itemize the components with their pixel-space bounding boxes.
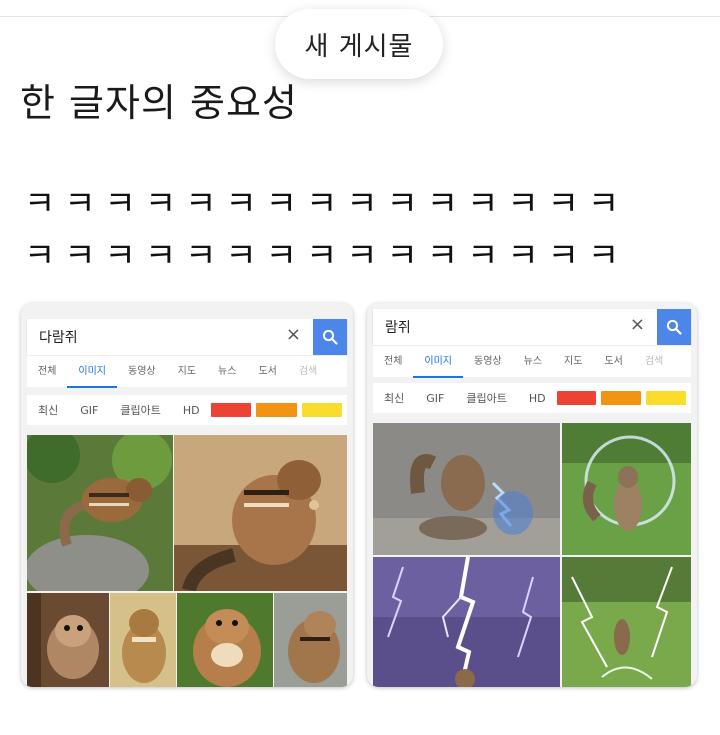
tab-videos[interactable]: 동영상 — [463, 346, 513, 378]
filter-recent[interactable]: 최신 — [27, 402, 69, 418]
tab-maps[interactable]: 지도 — [167, 356, 207, 388]
search-tabs: 전체 이미지 동영상 뉴스 지도 도서 검색 — [373, 345, 691, 378]
result-image-chipmunk-rock[interactable] — [27, 435, 173, 591]
color-filter-orange[interactable] — [601, 391, 642, 405]
filter-clipart[interactable]: 클립아트 — [455, 390, 517, 406]
search-bar: 람쥐 × — [373, 309, 691, 345]
result-image-chipmunk-closeup[interactable] — [274, 593, 347, 687]
filter-recent[interactable]: 최신 — [373, 390, 415, 406]
result-image-squirrel-bubble[interactable] — [562, 423, 691, 555]
search-query: 람쥐 — [385, 320, 411, 336]
result-image-squirrel-electric-fight[interactable] — [373, 423, 560, 555]
search-bar: 다람쥐 × — [27, 319, 347, 355]
search-icon — [666, 319, 682, 335]
tab-search[interactable]: 검색 — [288, 356, 328, 388]
tab-books[interactable]: 도서 — [593, 346, 633, 378]
color-filter-orange[interactable] — [256, 403, 297, 417]
filter-hd[interactable]: HD — [172, 404, 211, 417]
search-tabs: 전체 이미지 동영상 지도 뉴스 도서 검색 — [27, 355, 347, 388]
left-search-screenshot: 다람쥐 × 전체 이미지 동영상 지도 뉴스 도서 검색 최신 GIF 클립아트… — [21, 303, 353, 687]
result-image-lightning[interactable] — [373, 557, 560, 687]
color-filter-yellow[interactable] — [301, 403, 342, 417]
new-post-button[interactable]: 새 게시물 — [275, 9, 443, 79]
result-image-chipmunk-tree[interactable] — [27, 593, 109, 687]
clear-icon[interactable]: × — [286, 324, 301, 345]
color-filter-red[interactable] — [556, 391, 597, 405]
clear-icon[interactable]: × — [630, 314, 645, 335]
tab-news[interactable]: 뉴스 — [207, 356, 247, 388]
color-filter-red[interactable] — [210, 403, 252, 417]
filter-gif[interactable]: GIF — [69, 404, 109, 417]
tab-news[interactable]: 뉴스 — [513, 346, 553, 378]
filter-chips: 최신 GIF 클립아트 HD — [27, 395, 347, 425]
result-image-chipmunk-eating[interactable] — [174, 435, 347, 591]
filter-hd[interactable]: HD — [518, 392, 557, 405]
tab-search[interactable]: 검색 — [634, 346, 674, 378]
result-image-chipmunk-cheeks[interactable] — [177, 593, 273, 687]
filter-chips: 최신 GIF 클립아트 HD — [373, 383, 691, 413]
post-title: 한 글자의 중요성 — [20, 81, 298, 125]
tab-images[interactable]: 이미지 — [67, 356, 118, 388]
color-filter-yellow[interactable] — [646, 391, 686, 405]
result-image-squirrel-lightning-field[interactable] — [562, 557, 691, 687]
right-search-screenshot: 람쥐 × 전체 이미지 동영상 뉴스 지도 도서 검색 최신 GIF 클립아트 … — [367, 303, 697, 687]
tab-all[interactable]: 전체 — [27, 356, 67, 388]
filter-clipart[interactable]: 클립아트 — [109, 402, 171, 418]
tab-images[interactable]: 이미지 — [413, 346, 464, 378]
tab-all[interactable]: 전체 — [373, 346, 413, 378]
tab-videos[interactable]: 동영상 — [117, 356, 167, 388]
result-image-chipmunk-sitting[interactable] — [110, 593, 176, 687]
search-query: 다람쥐 — [39, 330, 78, 346]
new-post-label: 새 게시물 — [304, 31, 414, 62]
tab-books[interactable]: 도서 — [247, 356, 287, 388]
search-icon — [322, 329, 338, 345]
filter-gif[interactable]: GIF — [415, 392, 455, 405]
search-button[interactable] — [657, 309, 691, 345]
post-body-line-2: ㅋㅋㅋㅋㅋㅋㅋㅋㅋㅋㅋㅋㅋㅋㅋ — [24, 236, 629, 276]
post-body-line-1: ㅋㅋㅋㅋㅋㅋㅋㅋㅋㅋㅋㅋㅋㅋㅋ — [24, 184, 629, 224]
tab-maps[interactable]: 지도 — [553, 346, 593, 378]
search-button[interactable] — [313, 319, 347, 355]
